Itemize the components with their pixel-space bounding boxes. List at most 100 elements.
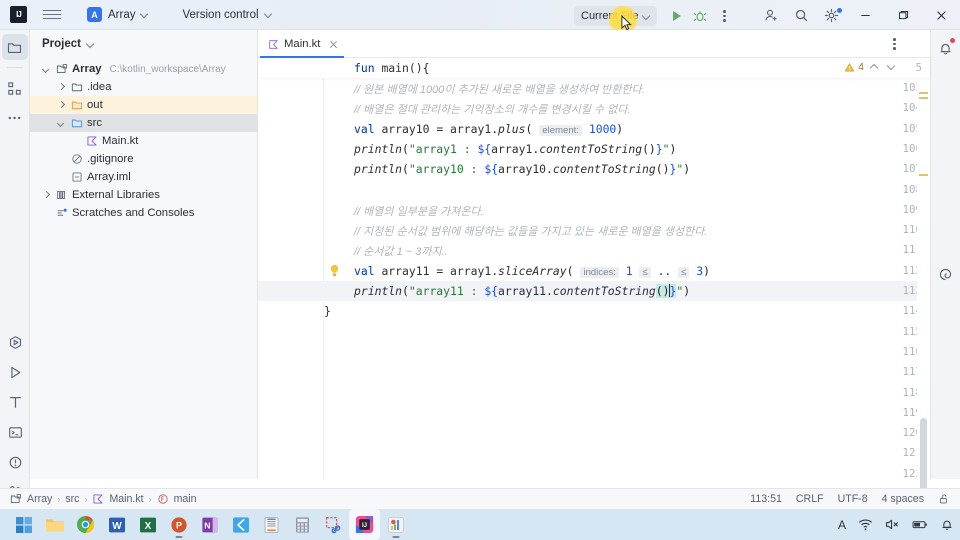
more-actions-button[interactable]: [713, 5, 735, 27]
minimize-button[interactable]: [846, 0, 884, 30]
tree-node-src[interactable]: src: [30, 114, 257, 132]
code-line[interactable]: [324, 426, 930, 446]
code-line[interactable]: // 배열의 일부분을 가져온다.: [324, 203, 930, 223]
tree-twisty[interactable]: [55, 84, 67, 90]
hamburger-menu-icon[interactable]: [43, 7, 61, 23]
code-line[interactable]: println("array11 : ${array11.contentToSt…: [324, 284, 930, 304]
editor-tab-main-kt[interactable]: Main.kt: [258, 30, 346, 58]
tree-node-array-iml[interactable]: Array.iml: [30, 168, 257, 186]
unlocked-padlock-icon[interactable]: [938, 493, 950, 505]
media-app-icon[interactable]: [380, 509, 411, 540]
calculator-icon[interactable]: [287, 509, 318, 540]
maximize-button[interactable]: [884, 0, 922, 30]
build-tool-button[interactable]: [2, 389, 28, 415]
problems-tool-button[interactable]: [2, 449, 28, 475]
tree-node-main-kt[interactable]: Main.kt: [30, 132, 257, 150]
chrome-icon[interactable]: [70, 509, 101, 540]
code-line[interactable]: // 배열은 절대 관리하는 기억장소의 개수를 변경시킬 수 없다.: [324, 101, 930, 121]
code-viewport[interactable]: 103// 원본 배열에 1000이 추가된 새로운 배열을 생성하여 반환한다…: [258, 78, 930, 480]
search-everywhere-button[interactable]: [786, 4, 816, 26]
editor-options-icon[interactable]: [893, 38, 896, 50]
code-line[interactable]: [324, 365, 930, 385]
editor-app-icon[interactable]: [225, 509, 256, 540]
tree-node-out[interactable]: out: [30, 96, 257, 114]
settings-button[interactable]: [816, 4, 846, 26]
code-line[interactable]: [324, 183, 930, 203]
ime-language-icon[interactable]: A: [838, 518, 846, 532]
tree-node-external-libraries[interactable]: External Libraries: [30, 186, 257, 204]
more-tools-button[interactable]: [2, 105, 28, 131]
debug-button[interactable]: [689, 5, 711, 27]
volume-muted-icon[interactable]: [885, 518, 900, 531]
wifi-icon[interactable]: [858, 518, 873, 531]
scratches-icon: [57, 208, 67, 216]
tree-twisty[interactable]: [40, 192, 52, 198]
code-line[interactable]: // 순서값 1 ~ 3까지..: [324, 243, 930, 263]
version-control-menu[interactable]: Version control: [176, 6, 277, 24]
structure-tool-button[interactable]: [2, 75, 28, 101]
file-encoding[interactable]: UTF-8: [838, 493, 868, 505]
add-account-button[interactable]: [756, 4, 786, 26]
run-tool-button[interactable]: [2, 359, 28, 385]
run-configuration-selector[interactable]: Current File: [574, 6, 658, 26]
line-separator[interactable]: CRLF: [796, 493, 824, 505]
status-bar: Array › src › Main.kt › main 113:51 CRLF UTF-8…: [0, 488, 960, 509]
notepad-icon[interactable]: [256, 509, 287, 540]
code-line[interactable]: println("array1 : ${array1.contentToStri…: [324, 142, 930, 162]
inspection-widget[interactable]: 4: [844, 60, 898, 74]
tree-node-array[interactable]: Array C:\kotlin_workspace\Array: [30, 60, 257, 78]
ai-assistant-button[interactable]: [933, 261, 959, 287]
notification-bell-icon[interactable]: [940, 518, 954, 531]
project-panel-header[interactable]: Project: [30, 30, 257, 58]
excel-icon[interactable]: X: [132, 509, 163, 540]
project-selector[interactable]: A Array: [81, 4, 154, 25]
breadcrumb-item-main[interactable]: main: [157, 493, 197, 505]
word-icon[interactable]: W: [101, 509, 132, 540]
caret-position[interactable]: 113:51: [750, 493, 782, 505]
tree-twisty[interactable]: [55, 102, 67, 108]
notifications-button[interactable]: [933, 35, 959, 61]
services-tool-button[interactable]: [2, 329, 28, 355]
snipping-tool-icon[interactable]: [318, 509, 349, 540]
breadcrumb-item-main-kt[interactable]: Main.kt: [92, 493, 144, 505]
chevron-right-icon: [58, 102, 64, 108]
intellij-idea-icon[interactable]: IJ: [349, 509, 380, 540]
breadcrumb-item-src[interactable]: src: [65, 493, 79, 505]
svg-text:W: W: [112, 521, 122, 532]
onenote-icon[interactable]: N: [194, 509, 225, 540]
editor-scrollbar[interactable]: [917, 78, 930, 516]
file-explorer-icon[interactable]: [39, 509, 70, 540]
indent-setting[interactable]: 4 spaces: [882, 493, 924, 505]
tree-twisty[interactable]: [55, 120, 67, 126]
chevron-up-icon[interactable]: [867, 60, 881, 74]
project-tool-button[interactable]: [1, 34, 28, 60]
close-button[interactable]: [922, 0, 960, 30]
code-line[interactable]: [324, 325, 930, 345]
tree-node-idea[interactable]: .idea: [30, 78, 257, 96]
code-line[interactable]: // 원본 배열에 1000이 추가된 새로운 배열을 생성하여 반환한다.: [324, 81, 930, 101]
right-tool-rail: [930, 30, 960, 479]
tree-node-label: Main.kt: [102, 135, 139, 147]
tree-node-scratches-and-consoles[interactable]: Scratches and Consoles: [30, 204, 257, 222]
close-icon[interactable]: [328, 39, 338, 49]
tree-twisty[interactable]: [40, 66, 52, 72]
run-button[interactable]: [665, 5, 687, 27]
code-line[interactable]: [324, 467, 930, 487]
warning-marker: [919, 174, 928, 176]
code-line[interactable]: val array10 = array1.plus( element: 1000…: [324, 122, 930, 142]
code-line[interactable]: [324, 345, 930, 365]
battery-icon[interactable]: [912, 518, 928, 531]
tree-node-gitignore[interactable]: .gitignore: [30, 150, 257, 168]
powerpoint-icon[interactable]: P: [163, 509, 194, 540]
kotlin-file-icon: [269, 39, 278, 49]
windows-start-icon[interactable]: [8, 509, 39, 540]
chevron-down-icon[interactable]: [884, 60, 898, 74]
terminal-tool-button[interactable]: [2, 419, 28, 445]
code-line[interactable]: [324, 406, 930, 426]
code-line[interactable]: [324, 446, 930, 466]
breadcrumb-item-array[interactable]: Array: [10, 493, 52, 505]
code-line[interactable]: }: [324, 304, 930, 324]
code-line[interactable]: println("array10 : ${array10.contentToSt…: [324, 162, 930, 182]
code-line[interactable]: [324, 386, 930, 406]
code-line[interactable]: // 지정된 순서값 범위에 해당하는 값들을 가지고 있는 새로운 배열을 생…: [324, 223, 930, 243]
